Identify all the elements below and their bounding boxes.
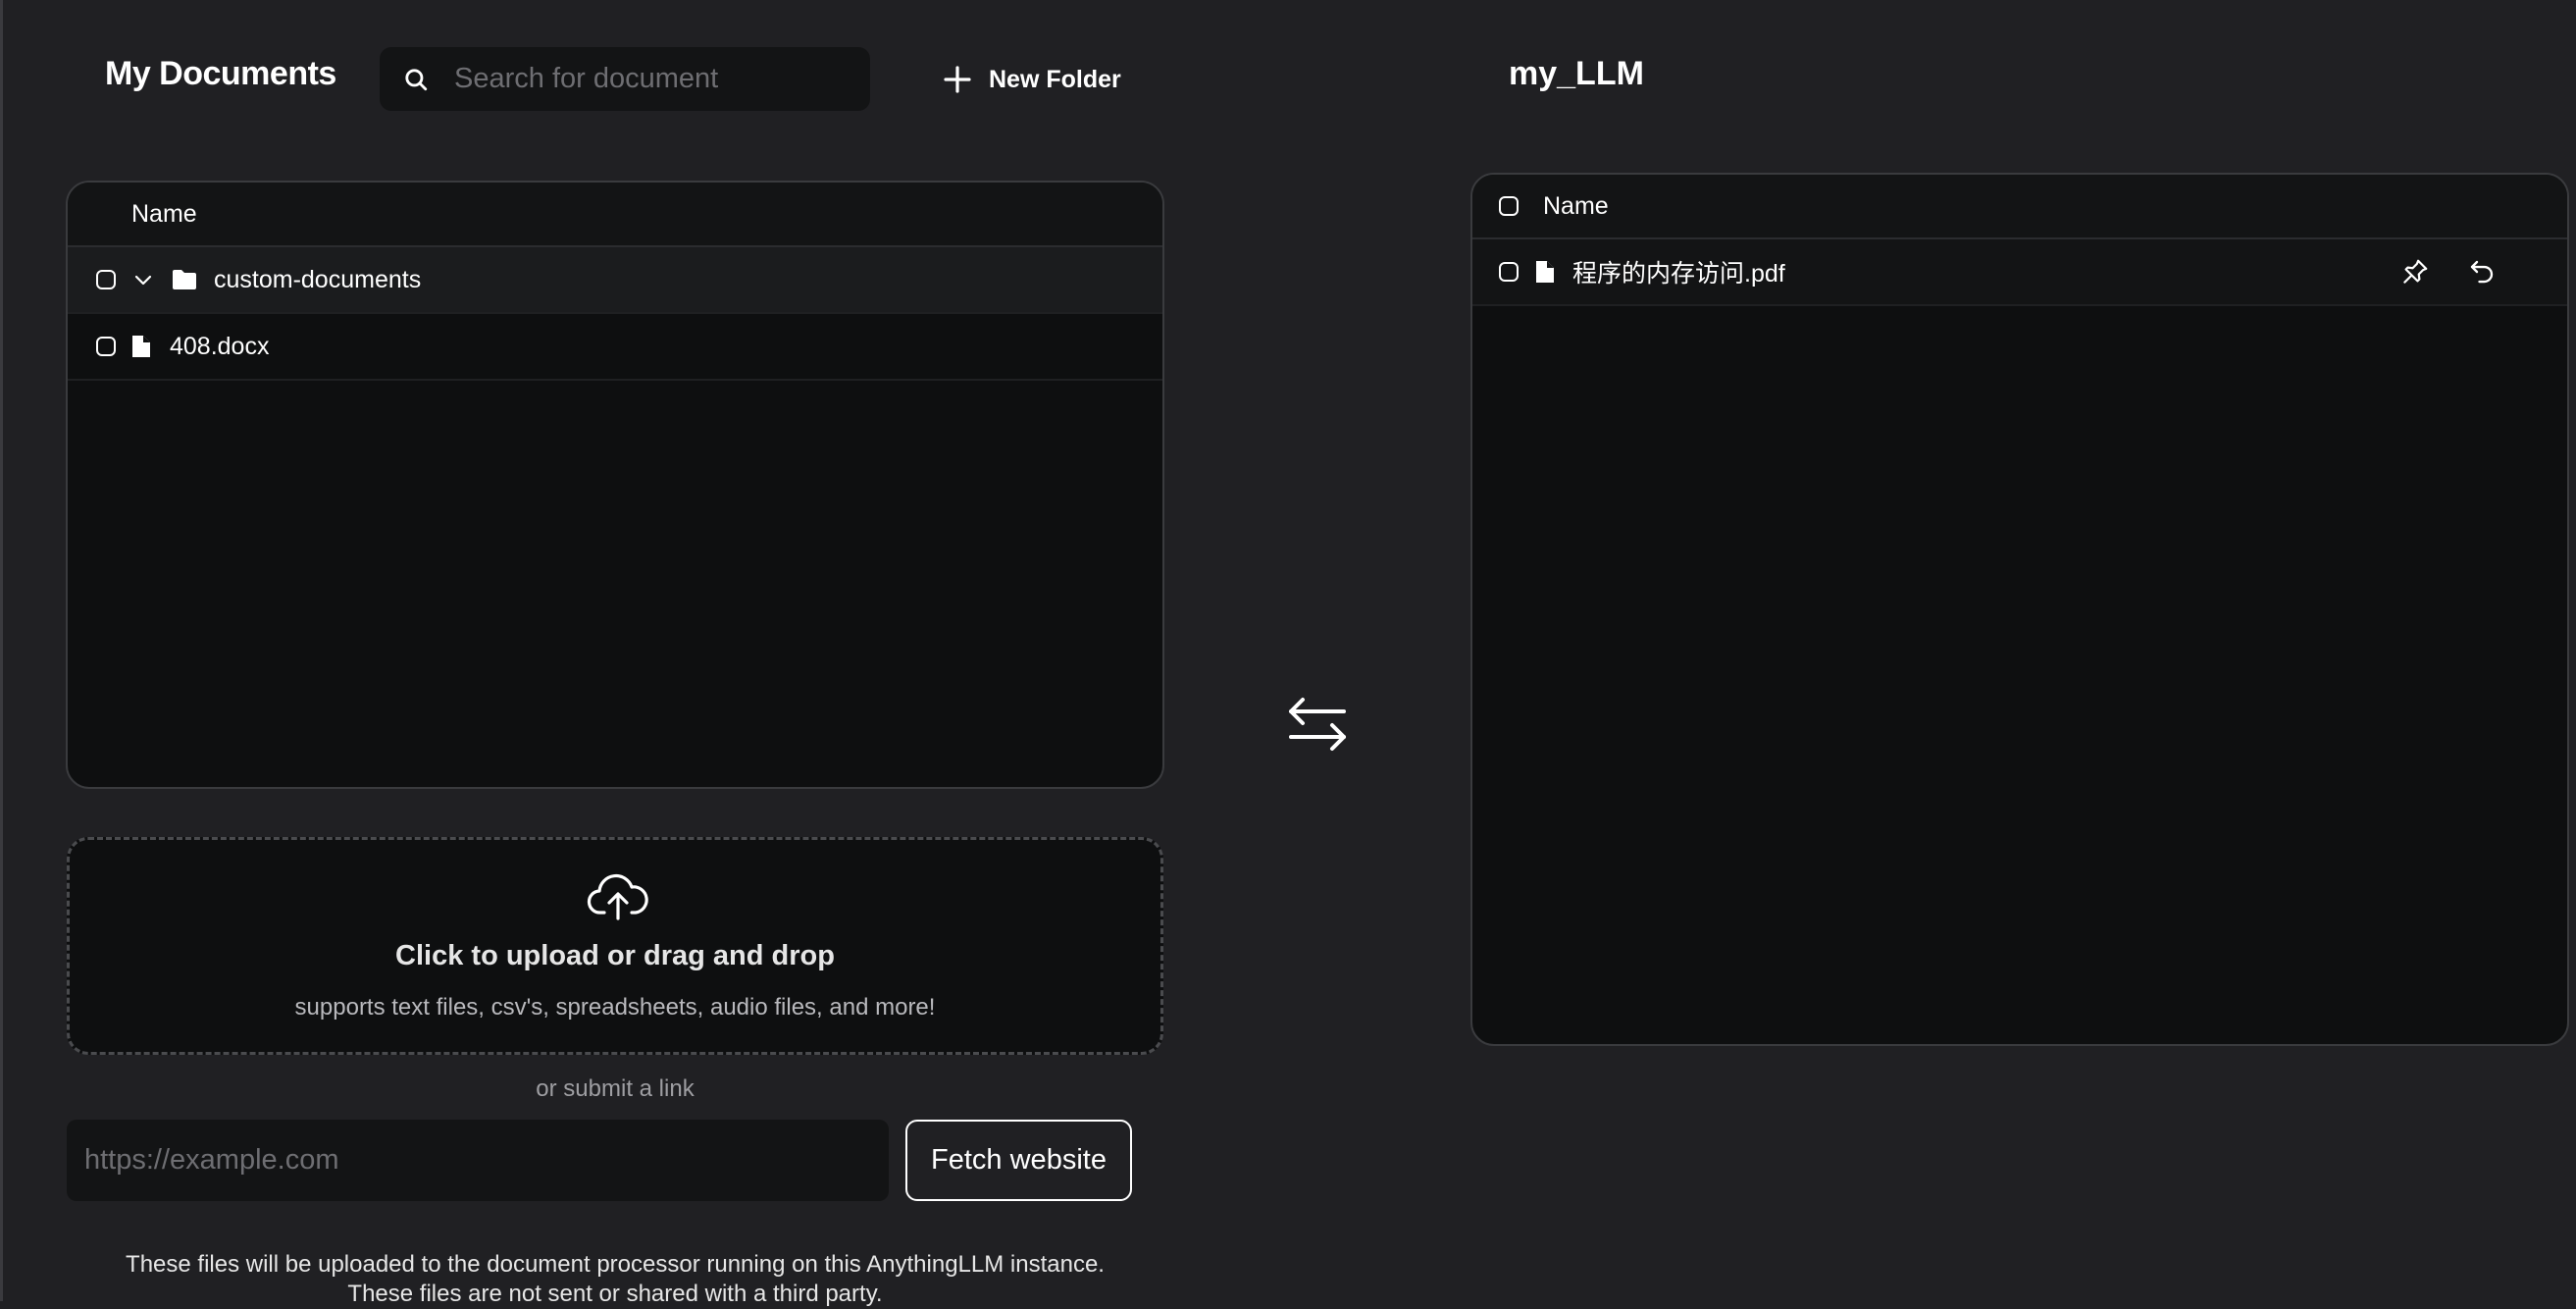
workspace-column-header: Name [1472, 175, 2567, 239]
disclaimer-line-1: These files will be uploaded to the docu… [126, 1251, 1105, 1278]
disclaimer-line-2: These files are not sent or shared with … [347, 1281, 883, 1307]
file-checkbox[interactable] [96, 337, 116, 356]
submit-link-label: or submit a link [536, 1075, 695, 1102]
workspace-file-row[interactable]: 程序的内存访问.pdf [1472, 239, 2567, 306]
file-row[interactable]: 408.docx [68, 314, 1162, 381]
workspace-file-checkbox[interactable] [1499, 262, 1519, 282]
plus-icon [944, 66, 971, 93]
workspace-title: my_LLM [1509, 55, 1644, 92]
select-all-checkbox[interactable] [1499, 196, 1519, 216]
search-input[interactable] [452, 62, 849, 96]
undo-icon[interactable] [2467, 257, 2497, 287]
workspace-column-name: Name [1543, 191, 1609, 220]
swap-arrows-icon[interactable] [1285, 692, 1350, 761]
folder-name: custom-documents [214, 265, 422, 293]
upload-subtitle: supports text files, csv's, spreadsheets… [294, 994, 936, 1021]
search-box[interactable] [380, 47, 870, 111]
folder-icon [171, 268, 198, 291]
row-actions [2400, 257, 2497, 287]
workspace-documents-panel: Name 程序的内存访问.pdf [1470, 173, 2569, 1046]
url-input[interactable] [67, 1120, 889, 1201]
upload-disclaimer: These files will be uploaded to the docu… [67, 1250, 1163, 1309]
search-icon [405, 68, 428, 90]
fetch-website-button[interactable]: Fetch website [905, 1120, 1132, 1201]
file-icon [1534, 259, 1556, 285]
column-name-label: Name [131, 199, 197, 228]
page-title: My Documents [105, 55, 336, 92]
upload-title: Click to upload or drag and drop [395, 940, 835, 971]
file-name: 408.docx [170, 332, 270, 360]
my-documents-panel: Name custom-documents 408.docx [66, 181, 1164, 789]
folder-checkbox[interactable] [96, 270, 116, 289]
window-edge [0, 0, 3, 1301]
column-header: Name [68, 183, 1162, 247]
pin-icon[interactable] [2400, 257, 2430, 287]
new-folder-label: New Folder [989, 65, 1121, 93]
cloud-upload-icon [587, 873, 648, 920]
new-folder-button[interactable]: New Folder [942, 57, 1121, 102]
folder-row[interactable]: custom-documents [68, 247, 1162, 314]
upload-dropzone[interactable]: Click to upload or drag and drop support… [67, 837, 1163, 1055]
workspace-file-name: 程序的内存访问.pdf [1572, 260, 1785, 288]
chevron-down-icon[interactable] [131, 268, 155, 291]
file-icon [130, 334, 152, 359]
